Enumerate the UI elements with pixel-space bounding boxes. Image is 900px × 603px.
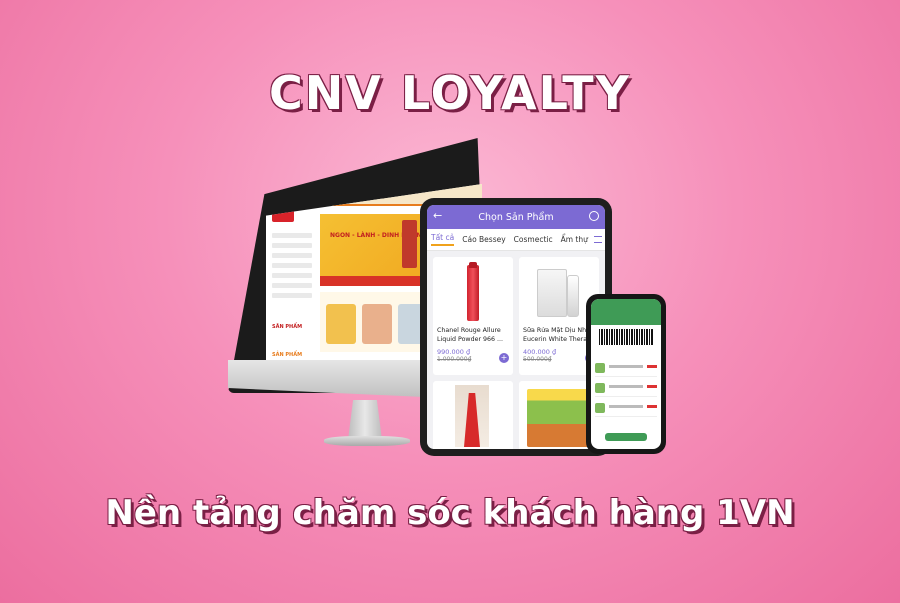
tab-cao-bessey[interactable]: Cáo Bessey bbox=[462, 235, 505, 244]
product-card[interactable]: Chanel Rouge Allure Liquid Powder 966 ..… bbox=[433, 257, 513, 375]
monitor-stand bbox=[348, 400, 382, 440]
product-card[interactable] bbox=[433, 381, 513, 449]
website-label: SĂN PHẨM bbox=[272, 324, 303, 330]
menu-icon[interactable] bbox=[594, 236, 602, 243]
product-image bbox=[523, 385, 601, 447]
back-arrow-icon[interactable]: ← bbox=[433, 209, 442, 222]
add-to-cart-button[interactable]: + bbox=[499, 353, 509, 363]
tab-cosmectic[interactable]: Cosmectic bbox=[514, 235, 553, 244]
category-tabs: Tất cả Cáo Bessey Cosmectic Ẩm thự bbox=[427, 229, 605, 251]
page-title: CNV LOYALTY bbox=[269, 66, 631, 120]
page-subtitle: Nền tảng chăm sóc khách hàng 1VN bbox=[105, 493, 795, 533]
monitor-base bbox=[324, 436, 410, 446]
product-name: Chanel Rouge Allure Liquid Powder 966 ..… bbox=[437, 327, 504, 343]
list-item bbox=[595, 401, 657, 417]
tablet-header-title: Chọn Sản Phẩm bbox=[478, 211, 554, 223]
tablet-header: ← Chọn Sản Phẩm bbox=[427, 205, 605, 229]
phone-screen bbox=[591, 299, 661, 449]
product-grid: Chanel Rouge Allure Liquid Powder 966 ..… bbox=[427, 251, 605, 449]
product-image bbox=[523, 261, 595, 323]
product-price: 400.000 ₫ bbox=[523, 348, 557, 356]
product-price: 990.000 ₫ bbox=[437, 348, 471, 356]
phone-header bbox=[591, 299, 661, 325]
tablet-device: ← Chọn Sản Phẩm Tất cả Cáo Bessey Cosmec… bbox=[420, 198, 612, 456]
phone-device bbox=[586, 294, 666, 454]
product-image bbox=[437, 261, 509, 323]
tab-all[interactable]: Tất cả bbox=[431, 233, 455, 246]
product-image bbox=[437, 385, 509, 447]
barcode-icon bbox=[599, 329, 653, 345]
website-label: SẢN PHẨM bbox=[272, 352, 303, 358]
website-sidebar bbox=[268, 228, 316, 328]
tablet-screen: ← Chọn Sản Phẩm Tất cả Cáo Bessey Cosmec… bbox=[427, 205, 605, 449]
checkout-button[interactable] bbox=[605, 433, 647, 441]
tab-am-thuc[interactable]: Ẩm thự bbox=[561, 235, 588, 244]
list-item bbox=[595, 381, 657, 397]
search-icon[interactable] bbox=[589, 211, 599, 221]
product-name: Sữa Rửa Mặt Dịu Nhẹ Eucerin White Thera.… bbox=[523, 327, 594, 343]
list-item bbox=[595, 361, 657, 377]
